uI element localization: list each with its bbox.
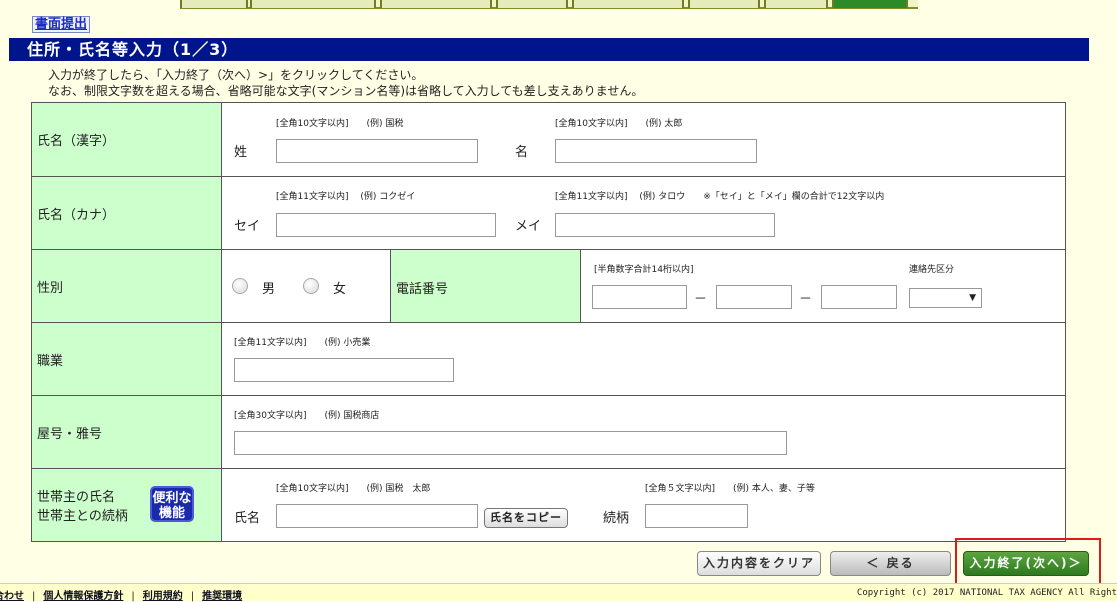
back-button[interactable]: ＜ 戻る [830,551,951,576]
footer-link-terms[interactable]: 利用規約 [143,591,183,602]
label-occupation: 職業 [32,323,222,395]
row-name-kana: 氏名（カナ） [全角11文字以内] (例) コクゼイ [全角11文字以内] (例… [32,177,1065,250]
householder-name-label: 氏名 [234,511,261,526]
footer-links: 合わせ|個人情報保護方針|利用規約|推奨環境 [0,587,242,602]
phone-input-3[interactable] [821,285,897,309]
hint-mei-kanji: [全角10文字以内] (例) 太郎 [555,119,683,129]
row-gender-phone: 性別 男 女 電話番号 [半角数字合計14桁以内] 連絡先区分 － － ▼ [32,250,1065,323]
label-householder-relation: 世帯主との続柄 [37,509,128,524]
hint-householder-relation: [全角５文字以内] (例) 本人、妻、子等 [645,484,815,494]
input-form: 氏名（漢字） [全角10文字以内] (例) 国税 [全角10文字以内] (例) … [31,102,1066,542]
hint-householder-name: [全角10文字以内] (例) 国税 太郎 [276,484,431,494]
copyright: Copyright (c) 2017 NATIONAL TAX AGENCY A… [856,588,1117,598]
hint-sei-kana: [全角11文字以内] (例) コクゼイ [276,192,416,202]
householder-name-input[interactable] [276,504,478,528]
footer-link-privacy[interactable]: 個人情報保護方針 [43,591,123,602]
row-name-kanji: 氏名（漢字） [全角10文字以内] (例) 国税 [全角10文字以内] (例) … [32,103,1065,177]
sei-kanji-label: 姓 [234,145,248,160]
label-gender: 性別 [32,250,222,322]
shomen-teishutsu-link[interactable]: 書面提出 [32,16,91,33]
yago-input[interactable] [234,431,787,455]
label-phone: 電話番号 [396,282,449,297]
step-4 [496,0,568,8]
occupation-input[interactable] [234,358,454,382]
step-5 [572,0,684,8]
benri-line2: 機能 [158,506,185,521]
female-label: 女 [333,282,347,297]
row-householder: 世帯主の氏名 世帯主との続柄 便利な 機能 [全角10文字以内] (例) 国税 … [32,469,1065,541]
clear-input-button[interactable]: 入力内容をクリア [697,551,821,576]
copy-name-button[interactable]: 氏名をコピー [484,508,568,528]
step-6 [688,0,760,8]
contact-type-select[interactable]: ▼ [909,288,982,308]
step-2 [250,0,376,8]
relation-input[interactable] [645,504,748,528]
sei-kanji-input[interactable] [276,139,478,163]
row-yago: 屋号・雅号 [全角30文字以内] (例) 国税商店 [32,396,1065,469]
step-current [832,0,908,8]
hint-sei-kanji: [全角10文字以内] (例) 国税 [276,119,404,129]
benri-line1: 便利な [152,491,192,506]
sei-kana-input[interactable] [276,213,496,237]
row-occupation: 職業 [全角11文字以内] (例) 小売業 [32,323,1065,396]
mei-kanji-input[interactable] [555,139,757,163]
footer: 合わせ|個人情報保護方針|利用規約|推奨環境 Copyright (c) 201… [0,583,1117,602]
mei-kana-label: メイ [515,219,542,234]
instruction-text: 入力が終了したら、「入力終了（次へ）>」をクリックしてください。 [48,68,424,82]
hint-occupation: [全角11文字以内] (例) 小売業 [234,338,371,348]
label-householder-name: 世帯主の氏名 [37,490,116,505]
phone-dash-2: － [799,292,813,307]
step-1 [180,0,248,8]
label-yago: 屋号・雅号 [32,396,222,468]
relation-label: 続柄 [603,511,630,526]
footer-link-contact[interactable]: 合わせ [0,591,24,602]
radio-male[interactable] [232,278,248,294]
mei-kana-input[interactable] [555,213,775,237]
sei-kana-label: セイ [234,219,261,234]
label-name-kana: 氏名（カナ） [32,177,222,249]
step-progress-bar [180,0,918,9]
contact-type-label: 連絡先区分 [909,265,955,275]
phone-input-2[interactable] [716,285,792,309]
male-label: 男 [262,282,276,297]
phone-input-1[interactable] [592,285,687,309]
page-title: 住所・氏名等入力（1／3） [9,38,1089,61]
hint-phone: [半角数字合計14桁以内] [594,265,694,275]
label-name-kanji: 氏名（漢字） [32,103,222,176]
radio-female[interactable] [303,278,319,294]
mei-kanji-label: 名 [515,145,529,160]
step-7 [764,0,828,8]
benri-kinou-icon[interactable]: 便利な 機能 [150,486,194,522]
instruction-note: なお、制限文字数を超える場合、省略可能な文字(マンション名等)は省略して入力して… [48,84,644,98]
hint-mei-kana: [全角11文字以内] (例) タロウ ※「セイ」と「メイ」欄の合計で12文字以内 [555,192,885,202]
footer-link-environment[interactable]: 推奨環境 [202,591,242,602]
hint-yago: [全角30文字以内] (例) 国税商店 [234,411,380,421]
phone-dash-1: － [694,292,708,307]
step-3 [380,0,492,8]
